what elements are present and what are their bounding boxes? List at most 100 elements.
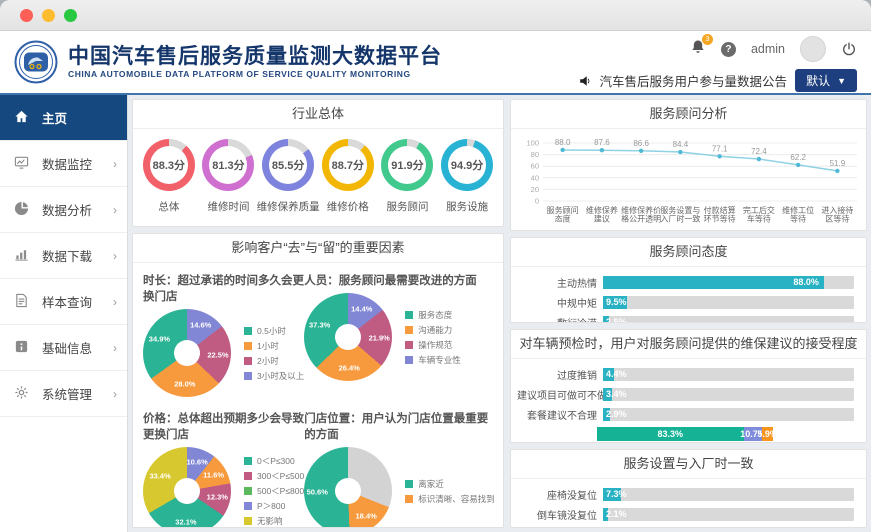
notifications-bell-icon[interactable]: 3 [690, 33, 713, 60]
speaker-icon [579, 75, 589, 86]
legend-item: 2小时 [244, 355, 304, 367]
sidebar: 主页 数据监控 › 数据分析 › 数据下载 › 样本查询 › 基础信息 › 系统管理 › [0, 95, 128, 532]
advisor-analysis-panel: 服务顾问分析 0 20 40 60 80 100 88.0 服务顾问态度 87.6 维修保养建议 8… [510, 99, 867, 231]
svg-text:付款结算环节等待: 付款结算环节等待 [704, 205, 736, 224]
bar-row: 套餐建议不合理 2.9% [517, 407, 854, 422]
sidebar-item-data-analysis[interactable]: 数据分析 › [0, 187, 127, 233]
sidebar-item-data-monitor[interactable]: 数据监控 › [0, 141, 127, 187]
maximize-window-button[interactable] [64, 8, 77, 22]
svg-text:72.4: 72.4 [751, 147, 767, 156]
app-window: 中国汽车售后服务质量监测大数据平台 CHINA AUTOMOBILE DATA … [0, 0, 871, 532]
factor-chart: 价格：总体超出预期多少会导致更换门店 10.6% 11.6% 12.3% 32.1% 33… [143, 407, 304, 527]
factor-charts: 时长：超过承诺的时间多久会更换门店 14.6% 22.5% 28.0% 34.9% 0.5… [133, 263, 503, 527]
logout-power-icon[interactable] [841, 41, 857, 57]
legend-label: 标识清晰、容易找到 [418, 493, 495, 504]
legend-swatch [405, 325, 414, 334]
legend-swatch [244, 472, 252, 480]
factor-chart: 人员：服务顾问最需要改进的方面 14.4% 21.9% 26.4% 37.3% 服务态度沟… [304, 269, 495, 397]
legend-swatch [405, 355, 414, 364]
pie-slice-label: 11.6% [203, 470, 225, 480]
default-dropdown-button[interactable]: 默认 ▼ [795, 69, 857, 92]
bar-value: 4.4% [606, 369, 627, 379]
sidebar-item-label: 主页 [42, 112, 68, 126]
svg-text:20: 20 [531, 185, 539, 194]
platform-logo-icon [14, 40, 58, 84]
pie-slice-label: 26.4% [338, 363, 360, 373]
factor-chart-title: 门店位置：用户认为门店位置最重要的方面 [304, 413, 489, 441]
sidebar-item-label: 数据下载 [42, 250, 93, 264]
gauge-label: 维修时间 [207, 201, 250, 213]
bar-row: 过度推销 4.4% [517, 367, 854, 382]
legend-item: 离家近 [405, 478, 495, 490]
info-icon [14, 339, 29, 357]
sidebar-item-home[interactable]: 主页 [0, 95, 127, 141]
svg-text:进入接待区等待: 进入接待区等待 [821, 205, 853, 224]
pie-chart: 10.6% 11.6% 12.3% 32.1% 33.4% [143, 447, 231, 527]
default-dropdown-label: 默认 [806, 74, 831, 88]
gauge-label: 维修价格 [326, 201, 369, 213]
legend-item: 500＜P≤800 [244, 485, 304, 497]
gauge-ring: 94.9分 [441, 139, 494, 191]
factor-chart: 门店位置：用户认为门店位置最重要的方面 18.4% 50.6% 离家近 标识清晰、容易找… [304, 407, 495, 527]
username-label: admin [750, 42, 785, 56]
svg-text:77.1: 77.1 [712, 144, 728, 153]
legend-label: 500＜P≤800 [257, 486, 305, 496]
legend-swatch [244, 326, 252, 335]
bar-track: 88.0% [603, 276, 854, 289]
gauge-value: 88.7分 [328, 146, 367, 184]
svg-text:80: 80 [531, 150, 539, 159]
legend-label: 服务态度 [418, 309, 453, 320]
svg-text:62.2: 62.2 [790, 153, 806, 162]
help-icon[interactable]: ? [720, 41, 736, 57]
gauge-label: 维修保养质量 [256, 201, 320, 213]
legend-item: 沟通能力 [405, 324, 461, 336]
page-title: 中国汽车售后服务质量监测大数据平台 [68, 44, 442, 68]
pie-slice-label: 37.3% [309, 320, 331, 330]
panel-title: 影响客户“去”与“留”的重要因素 [133, 234, 503, 263]
gauge-value: 85.5分 [269, 146, 308, 184]
close-window-button[interactable] [20, 8, 33, 22]
industry-gauges: 88.3分 总体 81.3分 维修时间 85.5分 维修保养质量 88.7分 维修价格 91.9… [133, 129, 503, 214]
sidebar-item-label: 样本查询 [42, 296, 93, 310]
legend-swatch [405, 479, 414, 488]
bar-row: 座椅没复位 7.3% [517, 487, 854, 502]
gauge: 88.7分维修价格 [319, 139, 377, 214]
legend-swatch [405, 310, 414, 319]
gear-icon [14, 385, 29, 403]
legend-swatch [244, 371, 252, 380]
factor-chart-title: 时长：超过承诺的时间多久会更换门店 [143, 275, 304, 303]
sidebar-item-system-management[interactable]: 系统管理 › [0, 371, 127, 417]
chevron-right-icon: › [113, 156, 117, 171]
chevron-right-icon: › [113, 294, 117, 309]
panel-title: 服务设置与入厂时一致 [511, 450, 866, 479]
sidebar-item-basic-info[interactable]: 基础信息 › [0, 325, 127, 371]
legend-label: P＞800 [257, 501, 286, 511]
pie-slice-label: 33.4% [149, 471, 171, 481]
bar-value: 7.3% [606, 489, 627, 499]
bar-label: 敷衍冷漠 [517, 315, 597, 322]
advisor-attitude-panel: 服务顾问态度 主动热情 88.0% 中规中矩 9.5% 敷衍冷漠 2.5% [510, 237, 867, 323]
svg-text:维修保养建议: 维修保养建议 [586, 205, 618, 224]
minimize-window-button[interactable] [42, 8, 55, 22]
sidebar-item-data-download[interactable]: 数据下载 › [0, 233, 127, 279]
legend-item: P＞800 [244, 500, 304, 512]
avatar[interactable] [800, 36, 826, 62]
pie-slice-label: 12.3% [206, 492, 228, 502]
legend-label: 3小时及以上 [257, 370, 305, 381]
sidebar-item-label: 基础信息 [42, 342, 93, 356]
sidebar-item-sample-query[interactable]: 样本查询 › [0, 279, 127, 325]
pie-slice-label: 50.6% [306, 487, 328, 497]
gauge-ring: 88.3分 [142, 139, 195, 191]
announcement-text: 汽车售后服务用户参与量数据公告 [599, 75, 788, 89]
legend-item: 标识清晰、容易找到 [405, 493, 495, 505]
gauge-ring: 91.9分 [381, 139, 434, 191]
gauge: 85.5分维修保养质量 [256, 139, 320, 214]
chevron-down-icon: ▼ [837, 75, 846, 86]
legend-swatch [244, 341, 252, 350]
customer-factors-panel: 影响客户“去”与“留”的重要因素 时长：超过承诺的时间多久会更换门店 14.6% 2… [132, 233, 504, 528]
gauge: 91.9分 服务顾问 [378, 139, 436, 214]
gauge-ring: 81.3分 [202, 139, 255, 191]
pie-slice-label: 14.4% [351, 304, 373, 314]
legend-item: 车辆专业性 [405, 354, 461, 366]
advisor-analysis-line-chart: 0 20 40 60 80 100 88.0 服务顾问态度 87.6 维修保养建议 86.6 维修保养… [511, 129, 866, 230]
